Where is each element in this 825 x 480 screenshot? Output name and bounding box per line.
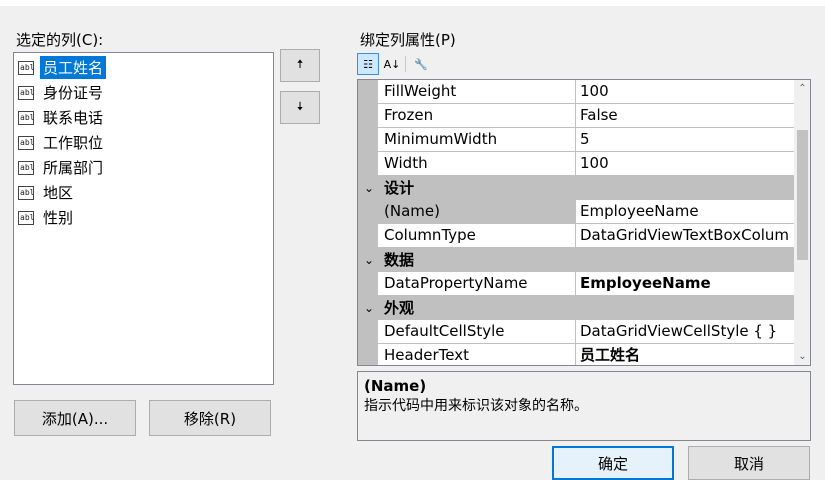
property-row[interactable]: FillWeight 100 <box>358 80 794 104</box>
categorized-button[interactable]: ☷ <box>357 53 379 75</box>
property-row[interactable]: DefaultCellStyle DataGridViewCellStyle {… <box>358 320 794 344</box>
move-down-button[interactable]: 🠇 <box>280 91 320 124</box>
property-row[interactable]: ColumnType DataGridViewTextBoxColum <box>358 224 794 248</box>
add-button[interactable]: 添加(A)... <box>14 400 136 436</box>
list-item[interactable]: abl 联系电话 <box>14 105 273 130</box>
row-gutter <box>358 200 378 224</box>
row-gutter <box>358 152 378 176</box>
property-name: DataPropertyName <box>378 272 576 296</box>
category-row-data[interactable]: ⌄ 数据 <box>358 248 794 272</box>
property-name: DefaultCellStyle <box>378 320 576 344</box>
property-value[interactable]: False <box>576 104 794 128</box>
row-gutter <box>358 224 378 248</box>
scroll-down-icon[interactable]: ⌄ <box>794 348 810 365</box>
property-value[interactable]: 100 <box>576 152 794 176</box>
property-name: MinimumWidth <box>378 128 576 152</box>
vertical-scrollbar[interactable]: ⌃ ⌄ <box>794 80 810 365</box>
arrow-up-icon: 🠅 <box>296 57 304 71</box>
ok-button[interactable]: 确定 <box>552 446 674 480</box>
property-grid[interactable]: FillWeight 100 Frozen False MinimumWidth… <box>357 79 811 366</box>
list-item-label: 员工姓名 <box>40 56 107 79</box>
property-value[interactable]: DataGridViewCellStyle { } <box>576 320 794 344</box>
list-item-label: 工作职位 <box>43 134 104 152</box>
wrench-icon: 🔧 <box>414 57 428 71</box>
list-item-label: 性别 <box>43 209 74 227</box>
description-text: 指示代码中用来标识该对象的名称。 <box>364 398 588 414</box>
property-value[interactable]: DataGridViewTextBoxColum <box>576 224 794 248</box>
property-row[interactable]: HeaderText 员工姓名 <box>358 344 794 365</box>
textbox-column-icon: abl <box>18 110 34 125</box>
remove-button[interactable]: 移除(R) <box>149 400 271 436</box>
cancel-button[interactable]: 取消 <box>688 446 810 480</box>
textbox-column-icon: abl <box>18 185 34 200</box>
description-panel: (Name) 指示代码中用来标识该对象的名称。 <box>357 371 811 441</box>
property-value[interactable]: EmployeeName <box>576 200 794 224</box>
category-row-design[interactable]: ⌄ 设计 <box>358 176 794 200</box>
textbox-column-icon: abl <box>18 210 34 225</box>
property-name: Frozen <box>378 104 576 128</box>
property-row[interactable]: MinimumWidth 5 <box>358 128 794 152</box>
alphabetical-button[interactable]: A↓ <box>381 53 403 75</box>
property-name: Width <box>378 152 576 176</box>
row-gutter <box>358 128 378 152</box>
list-item-label: 所属部门 <box>43 159 104 177</box>
row-gutter <box>358 344 378 365</box>
move-up-button[interactable]: 🠅 <box>280 49 320 82</box>
list-item-label: 身份证号 <box>43 84 104 102</box>
row-gutter <box>358 104 378 128</box>
chevron-down-icon[interactable]: ⌄ <box>362 296 376 320</box>
property-row[interactable]: (Name) EmployeeName <box>358 200 794 224</box>
property-name: ColumnType <box>378 224 576 248</box>
category-row-appearance[interactable]: ⌄ 外观 <box>358 296 794 320</box>
property-name: HeaderText <box>378 344 576 365</box>
scroll-up-icon[interactable]: ⌃ <box>794 80 810 97</box>
category-label: 外观 <box>384 299 415 317</box>
chevron-down-icon[interactable]: ⌄ <box>362 176 376 200</box>
textbox-column-icon: abl <box>18 160 34 175</box>
row-gutter <box>358 80 378 104</box>
description-title: (Name) <box>364 377 427 395</box>
category-label: 数据 <box>384 251 415 269</box>
property-name: (Name) <box>378 200 576 224</box>
textbox-column-icon: abl <box>18 135 34 150</box>
property-row[interactable]: Width 100 <box>358 152 794 176</box>
sort-alpha-icon: A↓ <box>383 57 401 71</box>
property-row[interactable]: DataPropertyName EmployeeName <box>358 272 794 296</box>
scroll-thumb[interactable] <box>797 130 808 260</box>
textbox-column-icon: abl <box>18 60 34 75</box>
list-item[interactable]: abl 性别 <box>14 205 273 230</box>
property-value[interactable]: EmployeeName <box>576 272 794 296</box>
property-pages-button[interactable]: 🔧 <box>410 53 432 75</box>
bound-column-properties-label: 绑定列属性(P) <box>360 31 456 49</box>
property-row[interactable]: Frozen False <box>358 104 794 128</box>
textbox-column-icon: abl <box>18 85 34 100</box>
list-item[interactable]: abl 地区 <box>14 180 273 205</box>
toolbar-divider <box>405 56 406 72</box>
list-item-label: 联系电话 <box>43 109 104 127</box>
row-gutter <box>358 272 378 296</box>
selected-columns-label: 选定的列(C): <box>16 31 104 49</box>
chevron-down-icon[interactable]: ⌄ <box>362 248 376 272</box>
list-item[interactable]: abl 所属部门 <box>14 155 273 180</box>
categorized-icon: ☷ <box>363 57 373 71</box>
property-value[interactable]: 100 <box>576 80 794 104</box>
property-name: FillWeight <box>378 80 576 104</box>
property-value[interactable]: 员工姓名 <box>576 344 794 365</box>
list-item-label: 地区 <box>43 184 74 202</box>
list-item[interactable]: abl 员工姓名 <box>14 55 273 80</box>
top-strip <box>0 0 825 6</box>
list-item[interactable]: abl 工作职位 <box>14 130 273 155</box>
property-value[interactable]: 5 <box>576 128 794 152</box>
list-item[interactable]: abl 身份证号 <box>14 80 273 105</box>
selected-columns-list[interactable]: abl 员工姓名 abl 身份证号 abl 联系电话 abl 工作职位 abl … <box>13 52 274 385</box>
row-gutter <box>358 320 378 344</box>
arrow-down-icon: 🠇 <box>296 99 304 113</box>
category-label: 设计 <box>384 179 415 197</box>
